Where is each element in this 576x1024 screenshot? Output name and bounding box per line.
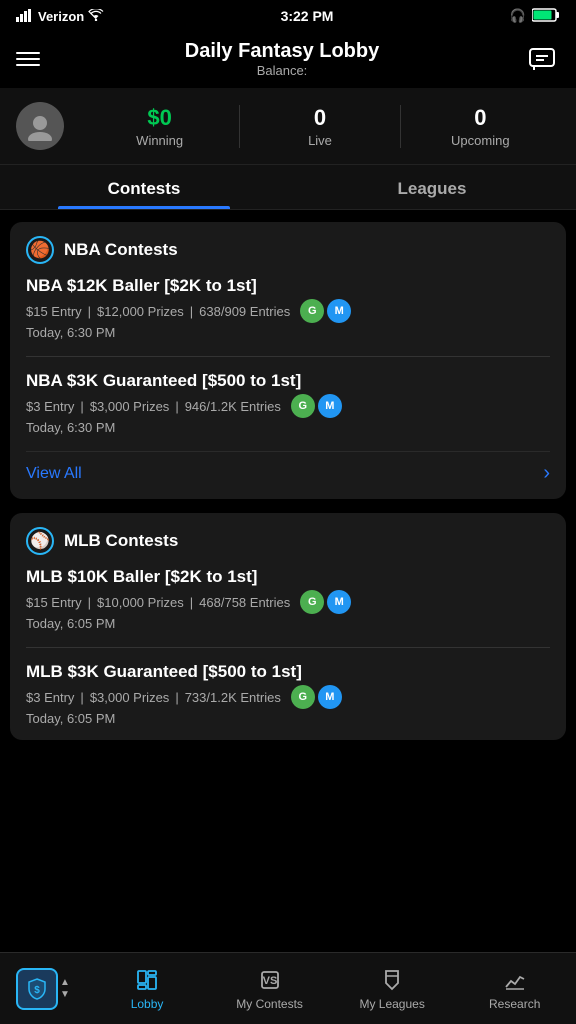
battery-icon	[532, 8, 560, 25]
mlb-contest-1[interactable]: MLB $10K Baller [$2K to 1st] $15 Entry |…	[26, 567, 550, 631]
stat-live: 0 Live	[239, 105, 399, 148]
my-leagues-label: My Leagues	[359, 997, 424, 1011]
signal-icon	[16, 8, 34, 25]
svg-text:VS: VS	[262, 975, 277, 987]
avatar	[16, 102, 64, 150]
bottom-nav: $ ▲ ▼ Lobby VS My Co	[0, 952, 576, 1024]
nba-contest-2-title: NBA $3K Guaranteed [$500 to 1st]	[26, 371, 550, 391]
status-right: 🎧	[510, 8, 560, 25]
nba-contest-2-date: Today, 6:30 PM	[26, 420, 550, 435]
badge-m-4: M	[318, 685, 342, 709]
wifi-icon	[88, 9, 104, 24]
stat-winning: $0 Winning	[80, 105, 239, 148]
divider-2	[26, 647, 550, 648]
status-time: 3:22 PM	[281, 8, 334, 24]
nav-arrows: ▲ ▼	[60, 977, 70, 1000]
mlb-card-title: MLB Contests	[64, 531, 178, 551]
mlb-contest-2-badges: G M	[291, 685, 342, 709]
header-title-wrap: Daily Fantasy Lobby Balance:	[185, 40, 380, 78]
nba-contest-1-date: Today, 6:30 PM	[26, 325, 550, 340]
nba-contest-card: 🏀 NBA Contests NBA $12K Baller [$2K to 1…	[10, 222, 566, 499]
winning-value: $0	[80, 105, 239, 131]
lobby-icon	[134, 967, 160, 993]
balance-label: Balance:	[185, 63, 380, 78]
nba-sport-icon: 🏀	[26, 236, 54, 264]
nav-item-research[interactable]: Research	[453, 953, 576, 1024]
live-value: 0	[240, 105, 399, 131]
status-bar: Verizon 3:22 PM 🎧	[0, 0, 576, 32]
badge-m: M	[327, 299, 351, 323]
divider-1	[26, 356, 550, 357]
menu-button[interactable]	[16, 52, 40, 66]
badge-g: G	[300, 299, 324, 323]
content-area: 🏀 NBA Contests NBA $12K Baller [$2K to 1…	[0, 210, 576, 846]
nba-contest-1-meta: $15 Entry | $12,000 Prizes | 638/909 Ent…	[26, 299, 550, 323]
mlb-contest-1-meta: $15 Entry | $10,000 Prizes | 468/758 Ent…	[26, 590, 550, 614]
badge-m-3: M	[327, 590, 351, 614]
svg-text:$: $	[34, 985, 40, 996]
stats-bar: $0 Winning 0 Live 0 Upcoming	[0, 88, 576, 165]
my-contests-label: My Contests	[236, 997, 303, 1011]
badge-m-2: M	[318, 394, 342, 418]
nba-contest-2-badges: G M	[291, 394, 342, 418]
nav-item-my-contests[interactable]: VS My Contests	[208, 953, 331, 1024]
mlb-sport-icon: ⚾	[26, 527, 54, 555]
carrier-name: Verizon	[38, 9, 84, 24]
mlb-contest-2-date: Today, 6:05 PM	[26, 711, 550, 726]
research-label: Research	[489, 997, 540, 1011]
mlb-contest-2[interactable]: MLB $3K Guaranteed [$500 to 1st] $3 Entr…	[26, 662, 550, 726]
headphone-icon: 🎧	[510, 8, 526, 24]
badge-g-4: G	[291, 685, 315, 709]
status-left: Verizon	[16, 8, 104, 25]
nav-item-lobby[interactable]: Lobby	[86, 953, 209, 1024]
lobby-label: Lobby	[131, 997, 164, 1011]
badge-g-2: G	[291, 394, 315, 418]
nba-contest-1-title: NBA $12K Baller [$2K to 1st]	[26, 276, 550, 296]
winning-label: Winning	[80, 133, 239, 148]
mlb-contest-1-badges: G M	[300, 590, 351, 614]
mlb-contest-2-title: MLB $3K Guaranteed [$500 to 1st]	[26, 662, 550, 682]
tab-leagues[interactable]: Leagues	[288, 165, 576, 209]
leagues-icon	[379, 967, 405, 993]
main-tabs: Contests Leagues	[0, 165, 576, 210]
research-icon	[502, 967, 528, 993]
mlb-contest-1-date: Today, 6:05 PM	[26, 616, 550, 631]
nba-card-header: 🏀 NBA Contests	[26, 236, 550, 264]
nba-contest-2-meta: $3 Entry | $3,000 Prizes | 946/1.2K Entr…	[26, 394, 550, 418]
nba-contest-1[interactable]: NBA $12K Baller [$2K to 1st] $15 Entry |…	[26, 276, 550, 340]
shield-icon: $	[16, 968, 58, 1010]
mlb-contest-card: ⚾ MLB Contests MLB $10K Baller [$2K to 1…	[10, 513, 566, 740]
nav-item-my-leagues[interactable]: My Leagues	[331, 953, 454, 1024]
mlb-contest-2-meta: $3 Entry | $3,000 Prizes | 733/1.2K Entr…	[26, 685, 550, 709]
live-label: Live	[240, 133, 399, 148]
contests-icon: VS	[257, 967, 283, 993]
mlb-contest-1-title: MLB $10K Baller [$2K to 1st]	[26, 567, 550, 587]
nav-item-shield[interactable]: $ ▲ ▼	[0, 953, 86, 1024]
chevron-right-icon: ›	[543, 462, 550, 485]
tab-contests[interactable]: Contests	[0, 165, 288, 209]
upcoming-label: Upcoming	[401, 133, 560, 148]
stats-items: $0 Winning 0 Live 0 Upcoming	[80, 105, 560, 148]
nba-contest-1-badges: G M	[300, 299, 351, 323]
mlb-card-header: ⚾ MLB Contests	[26, 527, 550, 555]
nba-contest-2[interactable]: NBA $3K Guaranteed [$500 to 1st] $3 Entr…	[26, 371, 550, 435]
header: Daily Fantasy Lobby Balance:	[0, 32, 576, 88]
upcoming-value: 0	[401, 105, 560, 131]
nba-view-all-button[interactable]: View All ›	[26, 451, 550, 485]
page-title: Daily Fantasy Lobby	[185, 40, 380, 63]
nba-card-title: NBA Contests	[64, 240, 178, 260]
badge-g-3: G	[300, 590, 324, 614]
chat-button[interactable]	[524, 41, 560, 77]
stat-upcoming: 0 Upcoming	[400, 105, 560, 148]
